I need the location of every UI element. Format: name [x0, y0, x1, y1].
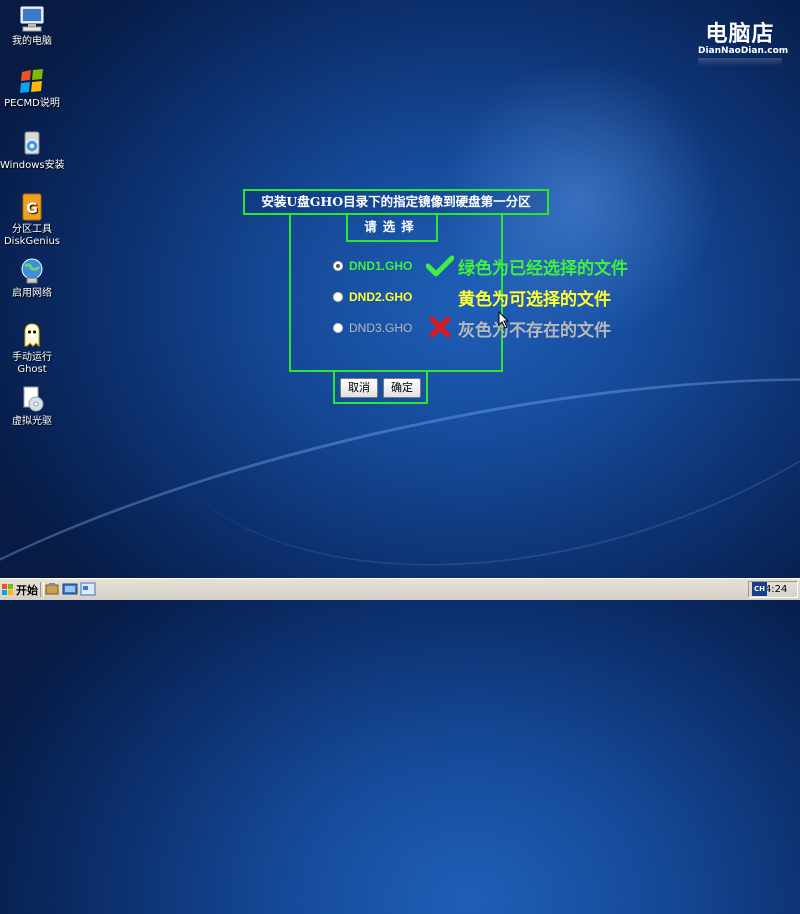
logo-subtitle: DianNaoDian.com	[698, 46, 789, 56]
option-dnd2[interactable]: DND2.GHO	[333, 289, 412, 305]
desktop-icon-windows-install[interactable]: Windows安装	[0, 128, 65, 172]
logo-title: 电脑店	[705, 22, 775, 47]
desktop-icon-label: Windows安装	[0, 160, 65, 171]
desktop-icon-label: 虚拟光驱	[12, 416, 52, 427]
legend-green-text: 绿色为已经选择的文件	[458, 259, 628, 279]
radio-icon[interactable]	[333, 292, 343, 302]
virtual-cdrom-icon	[23, 386, 44, 412]
ok-button[interactable]: 确定	[383, 378, 421, 398]
desktop-icon-diskgenius[interactable]: G 分区工具 DiskGenius	[0, 192, 64, 248]
ghost-icon	[24, 323, 40, 348]
option-label: DND3.GHO	[349, 321, 413, 335]
cross-icon	[429, 316, 451, 338]
option-label: DND1.GHO	[349, 259, 413, 273]
desktop-icon-label: Ghost	[17, 364, 47, 375]
cancel-button[interactable]: 取消	[340, 378, 378, 398]
desktop-icon-label: DiskGenius	[3, 236, 61, 247]
start-label: 开始	[16, 583, 38, 597]
dialog-title: 安装U盘GHO目录下的指定镜像到硬盘第一分区	[243, 189, 549, 215]
legend-gray-text: 灰色为不存在的文件	[458, 321, 611, 341]
pecmd-help-icon	[20, 69, 43, 93]
desktop-icon-my-computer[interactable]: 我的电脑	[0, 4, 64, 48]
windows-logo-icon	[2, 583, 13, 595]
check-icon	[426, 255, 454, 277]
desktop-icon-label: 启用网络	[12, 288, 52, 299]
my-computer-icon	[20, 6, 44, 32]
quick-launch-tool-icon[interactable]	[44, 582, 60, 596]
quick-launch-window-icon[interactable]	[80, 582, 96, 596]
radio-selected-icon[interactable]	[333, 261, 343, 271]
option-dnd3: DND3.GHO	[333, 320, 412, 336]
desktop-icon-label: 我的电脑	[12, 36, 52, 47]
diskgenius-icon: G	[22, 193, 42, 221]
desktop-icon-label: 分区工具	[12, 224, 52, 235]
option-dnd1[interactable]: DND1.GHO	[333, 258, 412, 274]
taskbar: 开始 14:24	[0, 578, 800, 600]
quick-launch-desktop-icon[interactable]	[62, 582, 78, 596]
network-icon	[21, 258, 43, 284]
select-label: 请选择	[346, 214, 438, 242]
windows-install-icon	[24, 131, 40, 155]
desktop-icon-ghost[interactable]: 手动运行 Ghost	[0, 320, 64, 376]
start-button[interactable]: 开始	[2, 581, 38, 598]
desktop-icon-network[interactable]: 启用网络	[0, 256, 64, 300]
svg-text:G: G	[26, 201, 38, 217]
desktop-icon-label: PECMD说明	[4, 98, 60, 109]
radio-icon	[333, 323, 343, 333]
option-label: DND2.GHO	[349, 290, 413, 304]
mouse-cursor-icon	[498, 311, 510, 329]
input-language-indicator[interactable]: CH	[752, 582, 767, 596]
desktop-icon-virtual-cdrom[interactable]: 虚拟光驱	[0, 384, 64, 428]
legend-yellow-text: 黄色为可选择的文件	[458, 290, 611, 310]
desktop-icon-pecmd[interactable]: PECMD说明	[0, 66, 64, 110]
desktop-icon-label: 手动运行	[12, 352, 52, 363]
diannaodian-logo: 电脑店 DianNaoDian.com	[698, 16, 789, 66]
